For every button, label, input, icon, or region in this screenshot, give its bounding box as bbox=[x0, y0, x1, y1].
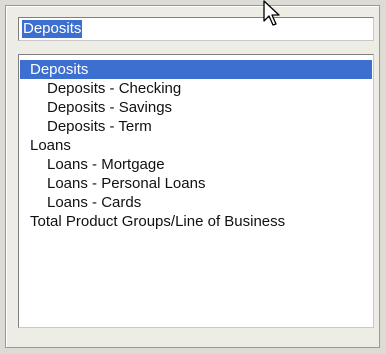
list-item-loans-personal[interactable]: Loans - Personal Loans bbox=[20, 174, 372, 193]
combo-selected-text: Deposits bbox=[22, 20, 83, 38]
list-item-deposits-term[interactable]: Deposits - Term bbox=[20, 117, 372, 136]
list-item-total-product-groups[interactable]: Total Product Groups/Line of Business bbox=[20, 212, 372, 231]
list-item-deposits[interactable]: Deposits bbox=[20, 60, 372, 79]
product-group-combo-input[interactable]: Deposits bbox=[18, 17, 374, 41]
list-item-deposits-checking[interactable]: Deposits - Checking bbox=[20, 79, 372, 98]
list-item-deposits-savings[interactable]: Deposits - Savings bbox=[20, 98, 372, 117]
mouse-pointer-icon bbox=[263, 0, 280, 26]
product-group-list[interactable]: Deposits Deposits - Checking Deposits - … bbox=[18, 54, 374, 328]
list-item-loans-cards[interactable]: Loans - Cards bbox=[20, 193, 372, 212]
list-item-loans-mortgage[interactable]: Loans - Mortgage bbox=[20, 155, 372, 174]
dropdown-panel: Deposits Deposits Deposits - Checking De… bbox=[5, 5, 380, 348]
list-item-loans[interactable]: Loans bbox=[20, 136, 372, 155]
